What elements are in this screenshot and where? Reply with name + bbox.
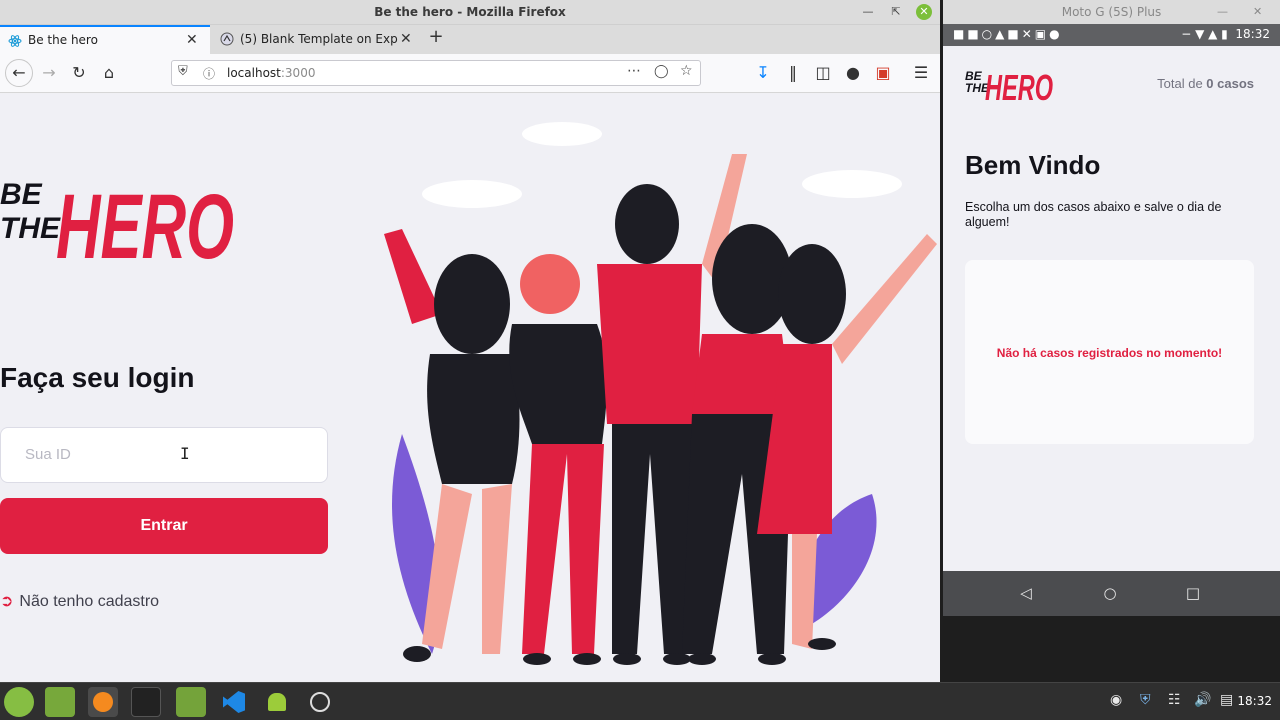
reload-icon[interactable]: ↻ bbox=[68, 62, 90, 84]
total-cases: Total de 0 casos bbox=[1157, 76, 1254, 91]
tab-be-the-hero[interactable]: Be the hero ✕ bbox=[0, 25, 210, 54]
info-icon[interactable]: ⓘ bbox=[203, 65, 215, 82]
welcome-title: Bem Vindo bbox=[965, 150, 1101, 180]
total-prefix: Total de bbox=[1157, 76, 1207, 91]
register-link-label: Não tenho cadastro bbox=[19, 593, 160, 610]
cases-list: Não há casos registrados no momento! bbox=[965, 260, 1254, 444]
tab-label: Be the hero bbox=[28, 33, 98, 47]
tab-expo[interactable]: (5) Blank Template on Expo ✕ bbox=[212, 25, 418, 54]
window-title: Be the hero - Mozilla Firefox bbox=[374, 5, 566, 19]
pocket-icon[interactable]: ◯ bbox=[654, 64, 669, 79]
welcome-description: Escolha um dos casos abaixo e salve o di… bbox=[965, 200, 1222, 229]
url-text: localhost:3000 bbox=[227, 66, 315, 80]
android-emulator-window: Moto G (5S) Plus — ✕ ■■○▲■✕▣● − ▼ ▲ ▮ 18… bbox=[943, 0, 1280, 616]
vscode-icon[interactable] bbox=[219, 687, 249, 717]
url-port: :3000 bbox=[280, 66, 316, 80]
minimize-icon[interactable]: — bbox=[1217, 0, 1228, 24]
url-host: localhost bbox=[227, 66, 281, 80]
android-studio-icon[interactable] bbox=[262, 687, 292, 717]
close-window-icon[interactable]: ✕ bbox=[916, 4, 932, 20]
android-status-bar: ■■○▲■✕▣● − ▼ ▲ ▮ 18:32 bbox=[943, 24, 1280, 46]
back-icon[interactable]: ← bbox=[5, 59, 33, 87]
clipboard-icon[interactable]: ▤ bbox=[1220, 692, 1233, 708]
back-triangle-icon[interactable]: ◁ bbox=[1016, 583, 1036, 603]
android-nav-bar: ◁ ○ □ bbox=[943, 571, 1280, 616]
log-in-icon: ➲ bbox=[0, 593, 14, 610]
login-title: Faça seu login bbox=[0, 362, 195, 393]
expo-icon bbox=[220, 32, 234, 46]
id-input[interactable]: Sua ID bbox=[0, 427, 328, 483]
window-titlebar[interactable]: Be the hero - Mozilla Firefox — ⇱ ✕ bbox=[0, 0, 940, 25]
tab-bar: Be the hero ✕ (5) Blank Template on Expo… bbox=[0, 25, 940, 54]
close-tab-icon[interactable]: ✕ bbox=[398, 25, 414, 54]
menu-icon[interactable]: ☰ bbox=[910, 62, 932, 84]
library-icon[interactable]: ‖ bbox=[782, 62, 804, 84]
react-icon bbox=[8, 35, 22, 47]
be-the-hero-logo: BE THE HERO bbox=[0, 176, 234, 266]
url-bar[interactable]: ⛨ ⓘ localhost:3000 ⋯ ◯ ☆ bbox=[171, 60, 701, 86]
status-time: 18:32 bbox=[1235, 27, 1270, 41]
files-icon[interactable] bbox=[176, 687, 206, 717]
emulator-title: Moto G (5S) Plus bbox=[1061, 5, 1162, 19]
bookmark-star-icon[interactable]: ☆ bbox=[680, 63, 693, 79]
close-tab-icon[interactable]: ✕ bbox=[186, 27, 198, 54]
notification-icons: ■■○▲■✕▣● bbox=[953, 27, 1063, 41]
svg-text:BE: BE bbox=[0, 178, 43, 211]
svg-text:HERO: HERO bbox=[56, 176, 234, 266]
terminal-icon[interactable] bbox=[131, 687, 161, 717]
recents-square-icon[interactable]: □ bbox=[1183, 583, 1203, 603]
mint-menu-icon[interactable] bbox=[4, 687, 34, 717]
shield-icon[interactable]: ⛨ bbox=[1140, 692, 1151, 708]
total-count: 0 casos bbox=[1206, 76, 1254, 91]
page-actions-icon[interactable]: ⋯ bbox=[627, 63, 641, 79]
downloads-icon[interactable]: ↧ bbox=[752, 62, 774, 84]
shield-icon[interactable]: ⛨ bbox=[178, 64, 188, 79]
minimize-icon[interactable]: — bbox=[860, 4, 876, 20]
firefox-icon[interactable] bbox=[88, 687, 118, 717]
home-circle-icon[interactable]: ○ bbox=[1100, 583, 1120, 603]
new-tab-icon[interactable]: + bbox=[426, 27, 446, 47]
emulator-titlebar[interactable]: Moto G (5S) Plus — ✕ bbox=[943, 0, 1280, 24]
volume-icon[interactable]: 🔊 bbox=[1194, 692, 1211, 708]
account-icon[interactable]: ● bbox=[842, 62, 864, 84]
show-desktop-icon[interactable] bbox=[45, 687, 75, 717]
extension-icon[interactable]: ▣ bbox=[872, 62, 894, 84]
register-link[interactable]: ➲ Não tenho cadastro bbox=[0, 591, 159, 611]
taskbar: ◉ ⛨ ☷ 🔊 ▤ 18:32 bbox=[0, 682, 1280, 720]
be-the-hero-logo: BE THE HERO bbox=[965, 67, 1053, 104]
heroes-illustration bbox=[384, 122, 937, 665]
forward-icon[interactable]: → bbox=[38, 62, 60, 84]
record-icon[interactable]: ◉ bbox=[1110, 692, 1122, 708]
sidebar-icon[interactable]: ◫ bbox=[812, 62, 834, 84]
taskbar-clock[interactable]: 18:32 bbox=[1237, 694, 1272, 708]
tab-label: (5) Blank Template on Expo bbox=[240, 32, 406, 46]
obs-icon[interactable] bbox=[305, 687, 335, 717]
close-window-icon[interactable]: ✕ bbox=[1253, 0, 1262, 24]
navigation-toolbar: ← → ↻ ⌂ ⛨ ⓘ localhost:3000 ⋯ ◯ ☆ ↧ ‖ ◫ ●… bbox=[0, 54, 940, 93]
svg-text:HERO: HERO bbox=[985, 67, 1053, 104]
login-button[interactable]: Entrar bbox=[0, 498, 328, 554]
status-right: − ▼ ▲ ▮ 18:32 bbox=[1181, 27, 1270, 41]
network-icon[interactable]: ☷ bbox=[1168, 692, 1181, 708]
empty-state-message: Não há casos registrados no momento! bbox=[996, 346, 1223, 360]
text-cursor-icon: I bbox=[180, 444, 190, 463]
mobile-app-screen: BE THE HERO Total de 0 casos Bem Vindo E… bbox=[943, 46, 1280, 571]
web-page: BE THE HERO Faça seu login Sua ID I Entr… bbox=[0, 94, 940, 682]
svg-text:THE: THE bbox=[0, 212, 61, 245]
home-icon[interactable]: ⌂ bbox=[98, 62, 120, 84]
maximize-icon[interactable]: ⇱ bbox=[888, 4, 904, 20]
firefox-window: Be the hero - Mozilla Firefox — ⇱ ✕ Be t… bbox=[0, 0, 940, 682]
